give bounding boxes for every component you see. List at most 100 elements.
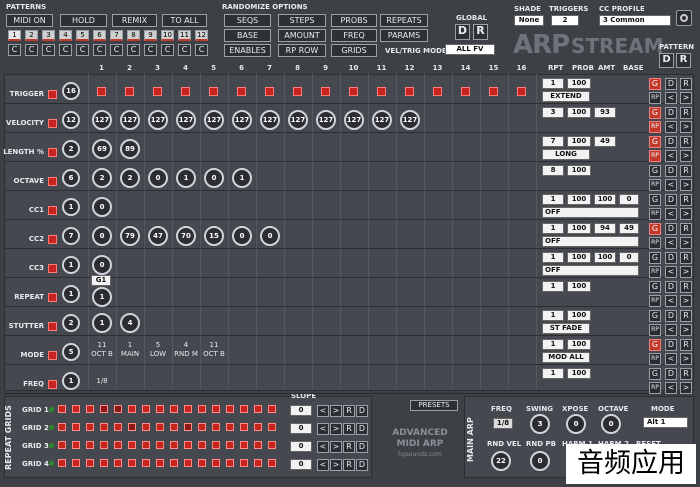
row-mode-select[interactable]: ST FADE xyxy=(542,323,590,334)
row-enable-toggle[interactable] xyxy=(48,119,57,128)
grid-step[interactable] xyxy=(114,441,122,449)
grid-step[interactable] xyxy=(198,423,206,431)
grid-step[interactable] xyxy=(72,423,80,431)
pattern-number-2[interactable]: 2 xyxy=(25,30,38,41)
row-d-button[interactable]: D xyxy=(665,194,677,206)
row-prob-field[interactable]: 100 xyxy=(567,136,591,147)
repeat-grid-select[interactable]: G1 xyxy=(91,275,111,286)
grid-step[interactable] xyxy=(254,459,262,467)
pattern-btn-midi-on[interactable]: MIDI ON xyxy=(6,14,53,27)
row-steps-knob[interactable]: 1 xyxy=(62,372,80,390)
grid-next-button[interactable]: > xyxy=(330,441,342,453)
row-prob-field[interactable]: 100 xyxy=(567,368,591,379)
trigger-step[interactable] xyxy=(237,87,246,96)
grid-step[interactable] xyxy=(226,441,234,449)
row-g-button[interactable]: G xyxy=(649,107,661,119)
pattern-copy-9[interactable]: C xyxy=(144,44,157,56)
trigger-step[interactable] xyxy=(377,87,386,96)
cc2_vals-step-knob[interactable]: 0 xyxy=(92,226,112,246)
pattern-d-button[interactable]: D xyxy=(659,53,674,68)
grid-step[interactable] xyxy=(170,459,178,467)
row-rpt-field[interactable]: 1 xyxy=(542,78,564,89)
row-prob-field[interactable]: 100 xyxy=(567,339,591,350)
octave_vals-step-knob[interactable]: 2 xyxy=(92,168,112,188)
row-rp-button[interactable]: RP xyxy=(649,324,661,336)
pattern-copy-2[interactable]: C xyxy=(25,44,38,56)
row-prob-field[interactable]: 100 xyxy=(567,78,591,89)
grid-step[interactable] xyxy=(198,441,206,449)
pattern-copy-6[interactable]: C xyxy=(93,44,106,56)
row-prob-field[interactable]: 100 xyxy=(567,223,591,234)
cc-profile-select[interactable]: 3 Common xyxy=(599,15,671,26)
grid-step[interactable] xyxy=(170,423,178,431)
grid-step[interactable] xyxy=(184,405,192,413)
octave_vals-step-knob[interactable]: 1 xyxy=(176,168,196,188)
row-next-button[interactable]: > xyxy=(680,92,692,104)
row-rpt-field[interactable]: 3 xyxy=(542,107,564,118)
row-g-button[interactable]: G xyxy=(649,368,661,380)
row-g-button[interactable]: G xyxy=(649,165,661,177)
pattern-copy-1[interactable]: C xyxy=(8,44,21,56)
row-d-button[interactable]: D xyxy=(665,136,677,148)
grid-prev-button[interactable]: < xyxy=(317,459,329,471)
row-g-button[interactable]: G xyxy=(649,310,661,322)
row-rpt-field[interactable]: 1 xyxy=(542,252,564,263)
trigger-step[interactable] xyxy=(517,87,526,96)
mode-step-text[interactable]: OCT B xyxy=(200,350,228,358)
velocity_vals-step-knob[interactable]: 127 xyxy=(204,110,224,130)
mode-step-number[interactable]: 11 xyxy=(88,341,116,349)
grid-step[interactable] xyxy=(86,405,94,413)
randomize-amount-button[interactable]: AMOUNT xyxy=(278,29,326,42)
row-enable-toggle[interactable] xyxy=(48,293,57,302)
row-amt-field[interactable]: 94 xyxy=(594,223,616,234)
row-steps-knob[interactable]: 16 xyxy=(62,82,80,100)
pattern-copy-8[interactable]: C xyxy=(127,44,140,56)
pattern-copy-5[interactable]: C xyxy=(76,44,89,56)
grid-step[interactable] xyxy=(198,459,206,467)
trigger-step[interactable] xyxy=(125,87,134,96)
grid-next-button[interactable]: > xyxy=(330,405,342,417)
power-button[interactable] xyxy=(676,10,692,26)
row-base-field[interactable]: 0 xyxy=(619,194,639,205)
grid-step[interactable] xyxy=(254,423,262,431)
row-next-button[interactable]: > xyxy=(680,208,692,220)
row-rp-button[interactable]: RP xyxy=(649,150,661,162)
grid-step[interactable] xyxy=(184,441,192,449)
row-r-button[interactable]: R xyxy=(680,368,692,380)
presets-button[interactable]: PRESETS xyxy=(410,400,458,411)
grid-step[interactable] xyxy=(184,423,192,431)
row-next-button[interactable]: > xyxy=(680,150,692,162)
velocity_vals-step-knob[interactable]: 127 xyxy=(316,110,336,130)
row-rpt-field[interactable]: 1 xyxy=(542,281,564,292)
row-steps-knob[interactable]: 6 xyxy=(62,169,80,187)
grid-r-button[interactable]: R xyxy=(343,441,355,453)
velocity_vals-step-knob[interactable]: 127 xyxy=(260,110,280,130)
row-rp-button[interactable]: RP xyxy=(649,353,661,365)
grid-d-button[interactable]: D xyxy=(356,459,368,471)
grid-step[interactable] xyxy=(240,441,248,449)
grid-step[interactable] xyxy=(128,441,136,449)
row-g-button[interactable]: G xyxy=(649,194,661,206)
row-rpt-field[interactable]: 8 xyxy=(542,165,564,176)
trigger-step[interactable] xyxy=(209,87,218,96)
global-r-button[interactable]: R xyxy=(473,24,488,40)
repeat-step-knob[interactable]: 1 xyxy=(92,287,112,307)
row-steps-knob[interactable]: 5 xyxy=(62,343,80,361)
grid-step[interactable] xyxy=(72,405,80,413)
xpose-knob[interactable]: 0 xyxy=(566,414,586,434)
pattern-number-4[interactable]: 4 xyxy=(59,30,72,41)
trigger-step[interactable] xyxy=(293,87,302,96)
row-d-button[interactable]: D xyxy=(665,165,677,177)
row-rpt-field[interactable]: 1 xyxy=(542,368,564,379)
row-prev-button[interactable]: < xyxy=(665,295,677,307)
row-d-button[interactable]: D xyxy=(665,368,677,380)
randomize-seqs-button[interactable]: SEQS xyxy=(224,14,271,27)
velocity_vals-step-knob[interactable]: 127 xyxy=(176,110,196,130)
row-next-button[interactable]: > xyxy=(680,237,692,249)
grid-step[interactable] xyxy=(114,405,122,413)
row-prev-button[interactable]: < xyxy=(665,324,677,336)
pattern-number-5[interactable]: 5 xyxy=(76,30,89,41)
grid-step[interactable] xyxy=(170,441,178,449)
velocity_vals-step-knob[interactable]: 127 xyxy=(120,110,140,130)
row-prev-button[interactable]: < xyxy=(665,353,677,365)
